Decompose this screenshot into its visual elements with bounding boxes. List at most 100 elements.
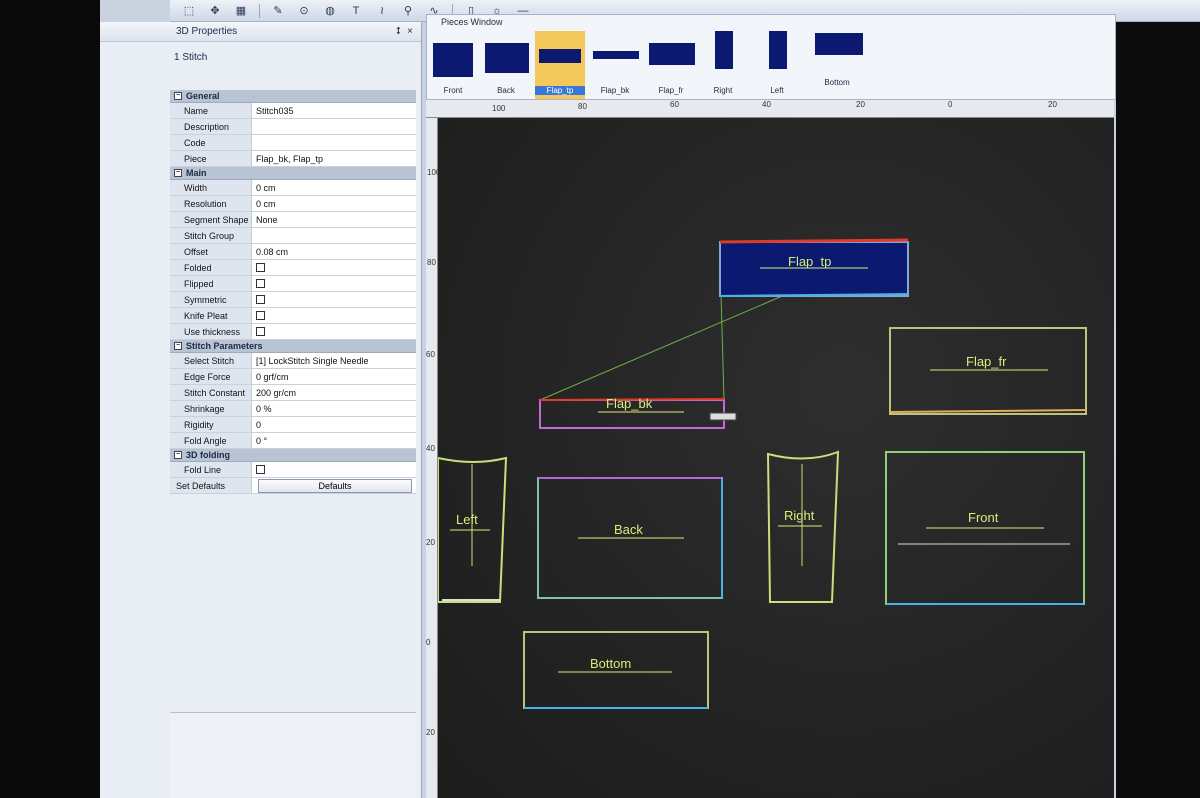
property-row[interactable]: Offset 0.08 cm [170, 244, 416, 260]
property-row[interactable]: Knife Pleat [170, 308, 416, 324]
property-value[interactable]: 0 cm [252, 180, 416, 195]
property-row[interactable]: Edge Force 0 grf/cm [170, 369, 416, 385]
property-row[interactable]: Code [170, 135, 416, 151]
piece-thumb-right[interactable]: Right [701, 31, 745, 99]
property-checkbox[interactable] [256, 465, 265, 474]
piece-flap-fr[interactable]: Flap_fr [889, 327, 1087, 415]
piece-thumb-flap-bk[interactable]: Flap_bk [589, 31, 641, 99]
grid-icon[interactable]: ▦ [230, 3, 252, 19]
property-row[interactable]: Rigidity 0 [170, 417, 416, 433]
property-key: Rigidity [170, 417, 252, 432]
property-row[interactable]: Stitch Constant 200 gr/cm [170, 385, 416, 401]
piece-thumb-front[interactable]: Front [429, 31, 477, 99]
property-row[interactable]: Folded [170, 260, 416, 276]
property-checkbox[interactable] [256, 295, 265, 304]
piece-bottom[interactable]: Bottom [523, 631, 709, 709]
property-value[interactable] [252, 119, 416, 134]
piece-thumb-flap-fr[interactable]: Flap_fr [645, 31, 697, 99]
piece-flap-bk[interactable]: Flap_bk [539, 396, 737, 429]
property-key: Select Stitch [170, 353, 252, 368]
property-category[interactable]: −3D folding [170, 449, 416, 462]
property-row[interactable]: Name Stitch035 [170, 103, 416, 119]
property-category[interactable]: − General [170, 90, 416, 103]
collapse-icon[interactable]: − [174, 169, 182, 177]
property-value[interactable]: 0 ° [252, 433, 416, 448]
move-icon[interactable]: ✥ [204, 3, 226, 19]
ruler-tick: 80 [427, 258, 436, 267]
collapse-icon[interactable]: − [174, 342, 182, 350]
property-value[interactable]: 0 grf/cm [252, 369, 416, 384]
piece-front[interactable]: Front [885, 451, 1085, 605]
property-checkbox-cell[interactable] [252, 260, 416, 275]
property-value[interactable]: None [252, 212, 416, 227]
pattern-pieces-svg[interactable]: Flap_tp Flap_fr Flap_bk Left Back Right … [438, 118, 1114, 798]
text-icon[interactable]: T [345, 3, 367, 19]
property-key: Segment Shape [170, 212, 252, 227]
piece-thumb-bottom[interactable]: Bottom [809, 31, 865, 99]
globe-icon[interactable]: ◍ [319, 3, 341, 19]
piece-thumb-label: Flap_bk [600, 86, 630, 95]
property-value[interactable]: 0 [252, 417, 416, 432]
property-value[interactable]: 200 gr/cm [252, 385, 416, 400]
property-value[interactable]: [1] LockStitch Single Needle [252, 353, 416, 368]
needle-icon[interactable]: ⚲ [397, 3, 419, 19]
property-row[interactable]: Segment Shape None [170, 212, 416, 228]
property-row[interactable]: Resolution 0 cm [170, 196, 416, 212]
property-category[interactable]: − Stitch Parameters [170, 340, 416, 353]
property-value[interactable] [252, 135, 416, 150]
property-checkbox-cell[interactable] [252, 308, 416, 323]
piece-label: Left [456, 512, 478, 527]
property-checkbox-cell[interactable] [252, 462, 416, 477]
ruler-tick: 0 [948, 100, 953, 109]
stitch-icon[interactable]: ≀ [371, 3, 393, 19]
pin-icon[interactable]: ⭥ [396, 26, 401, 37]
piece-right[interactable]: Right [766, 450, 840, 603]
piece-thumb-left[interactable]: Left [753, 31, 801, 99]
collapse-icon[interactable]: − [174, 451, 182, 459]
ruler-tick: 20 [1048, 100, 1057, 109]
piece-thumb-back[interactable]: Back [481, 31, 531, 99]
property-checkbox[interactable] [256, 279, 265, 288]
property-checkbox-cell[interactable] [252, 292, 416, 307]
property-row[interactable]: Use thickness [170, 324, 416, 340]
piece-flap-tp[interactable]: Flap_tp [719, 238, 909, 297]
piece-back[interactable]: Back [537, 477, 723, 599]
property-key: Fold Angle [170, 433, 252, 448]
property-checkbox-cell[interactable] [252, 276, 416, 291]
collapse-icon[interactable]: − [174, 92, 182, 100]
piece-label: Front [968, 510, 999, 525]
property-row[interactable]: Symmetric [170, 292, 416, 308]
property-row[interactable]: Flipped [170, 276, 416, 292]
piece-left[interactable]: Left [438, 456, 508, 603]
property-row[interactable]: Fold Line [170, 462, 416, 478]
piece-thumb-flap-tp[interactable]: Flap_tp [535, 31, 585, 99]
properties-panel: 3D Properties ⭥ × 1 Stitch − General Name S… [100, 22, 422, 798]
property-row[interactable]: Fold Angle 0 ° [170, 433, 416, 449]
property-row[interactable]: Description [170, 119, 416, 135]
property-row[interactable]: Width 0 cm [170, 180, 416, 196]
property-checkbox[interactable] [256, 263, 265, 272]
property-row[interactable]: Piece Flap_bk, Flap_tp [170, 151, 416, 167]
pen-icon[interactable]: ✎ [267, 3, 289, 19]
close-icon[interactable]: × [407, 26, 413, 37]
property-value[interactable]: 0 cm [252, 196, 416, 211]
property-checkbox[interactable] [256, 327, 265, 336]
property-row[interactable]: Stitch Group [170, 228, 416, 244]
pattern-canvas[interactable]: Flap_tp Flap_fr Flap_bk Left Back Right … [438, 118, 1114, 798]
defaults-button[interactable]: Defaults [258, 478, 412, 493]
point-icon[interactable]: ⊙ [293, 3, 315, 19]
property-row[interactable]: Select Stitch [1] LockStitch Single Needl… [170, 353, 416, 369]
property-value[interactable]: Stitch035 [252, 103, 416, 118]
property-value[interactable]: 0 % [252, 401, 416, 416]
ruler-tick: 0 [426, 638, 431, 647]
property-category[interactable]: − Main [170, 167, 416, 180]
property-checkbox-cell[interactable] [252, 324, 416, 339]
property-value[interactable] [252, 228, 416, 243]
property-value[interactable]: Flap_bk, Flap_tp [252, 151, 416, 166]
property-checkbox[interactable] [256, 311, 265, 320]
select-icon[interactable]: ⬚ [178, 3, 200, 19]
piece-label: Flap_bk [606, 396, 653, 411]
property-value[interactable]: 0.08 cm [252, 244, 416, 259]
pieces-thumbnails: Front Back Flap_tp Flap_bk Flap_fr Right [429, 31, 1109, 101]
property-row[interactable]: Shrinkage 0 % [170, 401, 416, 417]
